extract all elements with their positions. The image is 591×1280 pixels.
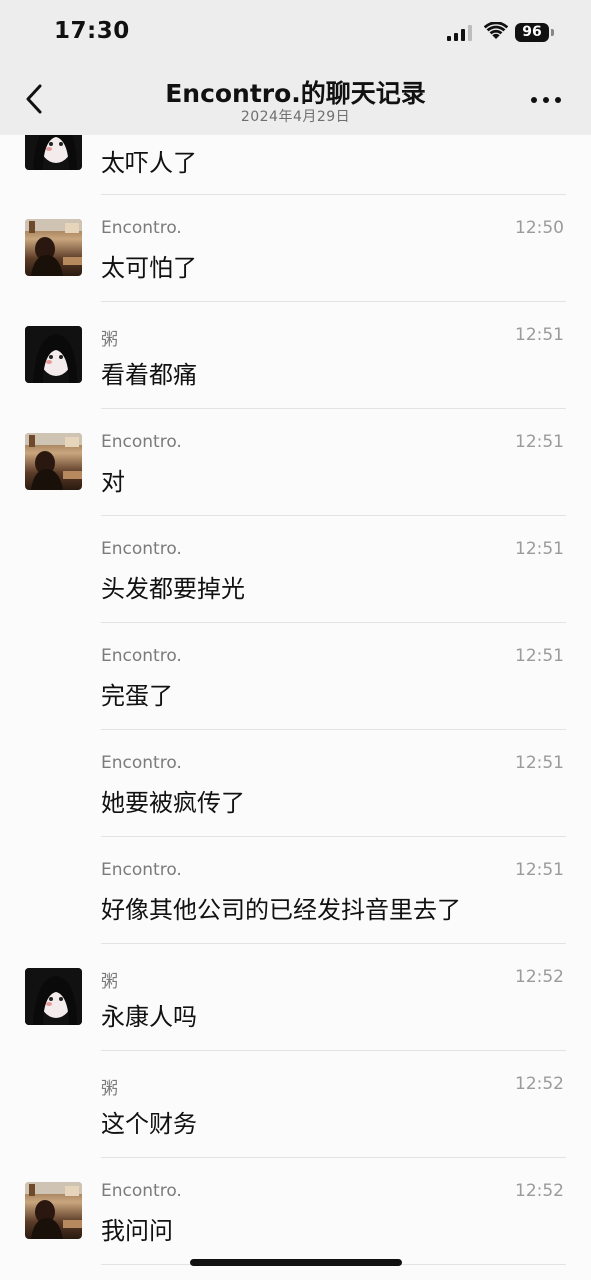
avatar-photo-icon [25,1182,82,1239]
avatar[interactable] [25,326,82,383]
message-time: 12:51 [515,539,564,559]
message-time: 12:51 [515,646,564,666]
list-item[interactable]: Encontro. 12:51 完蛋了 [0,623,591,730]
battery-icon: 96 [515,23,549,42]
avatar[interactable] [25,968,82,1025]
list-item[interactable]: Encontro. 12:51 头发都要掉光 [0,516,591,623]
message-time: 12:52 [515,1181,564,1201]
list-item[interactable]: 太吓人了 [0,135,591,195]
avatar-photo-icon [25,219,82,276]
sender-name: Encontro. [101,432,182,452]
sender-name: 粥 [101,330,118,350]
message-text: 她要被疯传了 [101,789,245,817]
message-text: 头发都要掉光 [101,575,245,603]
sender-name: Encontro. [101,753,182,773]
message-time: 12:51 [515,860,564,880]
sender-name: 粥 [101,972,118,992]
message-time: 12:50 [515,218,564,238]
chat-history-list[interactable]: 太吓人了 Encontro. 12:50 太可怕了 粥 12:51 看着都痛 E… [0,135,591,1280]
avatar[interactable] [25,1182,82,1239]
sender-name: Encontro. [101,646,182,666]
avatar[interactable] [25,135,82,170]
list-item[interactable]: Encontro. 12:51 对 [0,409,591,516]
list-item[interactable]: 粥 12:51 看着都痛 [0,302,591,409]
message-text: 我问问 [101,1217,173,1245]
avatar-girl-icon [25,135,82,170]
battery-tip [551,29,554,36]
sender-name: Encontro. [101,218,182,238]
message-time: 12:51 [515,325,564,345]
message-text: 看着都痛 [101,361,197,389]
sender-name: Encontro. [101,539,182,559]
message-time: 12:51 [515,432,564,452]
battery-level: 96 [522,24,542,40]
cellular-signal-icon [447,25,472,41]
list-item[interactable]: Encontro. 12:51 她要被疯传了 [0,730,591,837]
list-item[interactable]: 粥 12:52 这个财务 [0,1051,591,1158]
avatar-girl-icon [25,968,82,1025]
avatar[interactable] [25,433,82,490]
more-dots-icon[interactable] [528,88,564,112]
avatar[interactable] [25,219,82,276]
status-bar: 17:30 96 [0,0,591,66]
message-text: 太可怕了 [101,254,197,282]
home-indicator[interactable] [190,1259,402,1266]
list-item[interactable]: Encontro. 12:51 好像其他公司的已经发抖音里去了 [0,837,591,944]
avatar-photo-icon [25,433,82,490]
nav-bar: Encontro.的聊天记录 2024年4月29日 [0,66,591,135]
wifi-icon [484,22,508,39]
status-time: 17:30 [54,18,130,44]
sender-name: Encontro. [101,860,182,880]
message-text: 这个财务 [101,1110,197,1138]
sender-name: Encontro. [101,1181,182,1201]
avatar-girl-icon [25,326,82,383]
list-item[interactable]: Encontro. 12:50 太可怕了 [0,195,591,302]
sender-name: 粥 [101,1079,118,1099]
list-item[interactable]: Encontro. 12:52 我问问 [0,1158,591,1265]
page-title: Encontro.的聊天记录 [165,79,426,108]
message-text: 永康人吗 [101,1003,197,1031]
message-text: 太吓人了 [101,149,197,177]
message-text: 对 [101,468,125,496]
page-subtitle: 2024年4月29日 [240,109,351,125]
message-time: 12:52 [515,967,564,987]
message-text: 好像其他公司的已经发抖音里去了 [101,896,461,924]
message-time: 12:52 [515,1074,564,1094]
list-item[interactable]: 粥 12:52 永康人吗 [0,944,591,1051]
message-text: 完蛋了 [101,682,173,710]
message-time: 12:51 [515,753,564,773]
